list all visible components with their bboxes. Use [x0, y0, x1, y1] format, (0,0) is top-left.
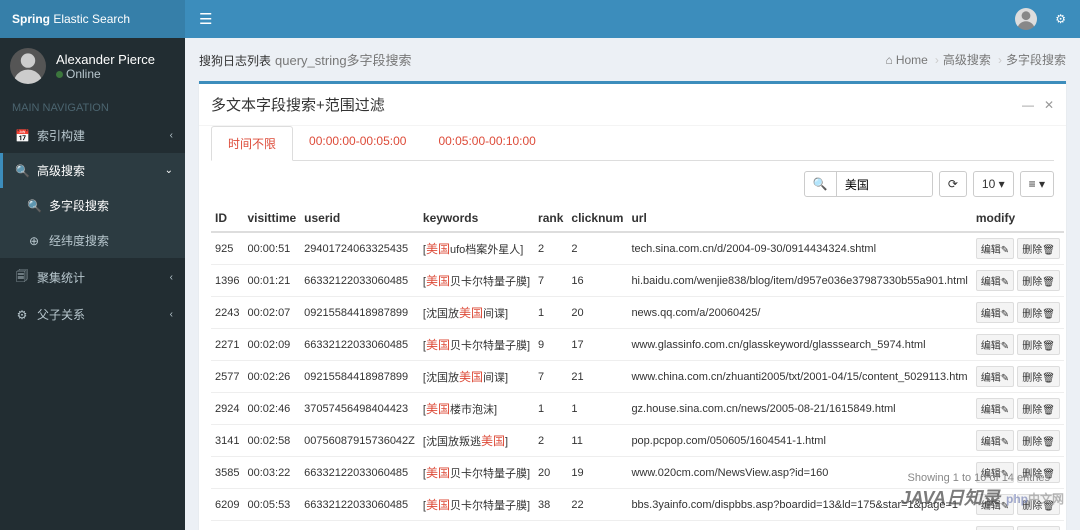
column-header[interactable]: userid — [300, 205, 419, 232]
collapse-icon[interactable]: — — [1022, 98, 1034, 112]
sidebar-item[interactable]: 📅 索引构建 ‹ — [0, 118, 185, 153]
user-avatar-large — [10, 48, 46, 84]
nav-icon: ⚙ — [15, 308, 29, 322]
nav-label: 索引构建 — [37, 127, 85, 144]
chevron-icon: ‹ — [170, 272, 173, 283]
table-row: 92500:00:5129401724063325435[美国ufo档案外星人]… — [211, 232, 1064, 265]
time-tab[interactable]: 00:00:00-00:05:00 — [293, 126, 422, 160]
delete-button[interactable]: 删除🗑 — [1017, 302, 1060, 323]
home-icon[interactable]: ⌂ — [886, 53, 893, 67]
column-header[interactable]: modify — [972, 205, 1064, 232]
page-info: Showing 1 to 10 of 14 entries — [908, 472, 1050, 484]
delete-button[interactable]: 删除🗑 — [1017, 334, 1060, 355]
sidebar-toggle-icon[interactable]: ☰ — [199, 10, 212, 28]
sidebar: Alexander Pierce Online MAIN NAVIGATION … — [0, 38, 185, 530]
sidebar-item[interactable]: ⊕ 经纬度搜索 — [0, 223, 185, 258]
table-row: 257700:02:2609215584418987899[沈国放美国间谍]72… — [211, 361, 1064, 393]
nav-header: MAIN NAVIGATION — [0, 94, 185, 118]
search-group: 🔍 — [804, 171, 933, 197]
user-panel: Alexander Pierce Online — [0, 38, 185, 94]
delete-button[interactable]: 删除🗑 — [1017, 430, 1060, 451]
search-input[interactable] — [837, 172, 932, 196]
table-row: 139600:01:2166332122033060485[美国贝卡尔特量子膜]… — [211, 265, 1064, 297]
edit-button[interactable]: 编辑✎ — [976, 526, 1014, 530]
sidebar-item[interactable]: 🔍 高级搜索 ⌄ — [0, 153, 185, 188]
delete-button[interactable]: 删除🗑 — [1017, 366, 1060, 387]
time-tabs: 时间不限00:00:00-00:05:0000:05:00-00:10:00 — [211, 126, 1054, 161]
view-mode-button[interactable]: ≡ ▾ — [1020, 171, 1054, 197]
table-row: 227100:02:0966332122033060485[美国贝卡尔特量子膜]… — [211, 329, 1064, 361]
time-tab[interactable]: 00:05:00-00:10:00 — [422, 126, 551, 160]
edit-button[interactable]: 编辑✎ — [976, 334, 1014, 355]
close-icon[interactable]: ✕ — [1044, 98, 1054, 112]
nav-label: 聚集统计 — [37, 269, 85, 286]
delete-button[interactable]: 删除🗑 — [1017, 270, 1060, 291]
edit-button[interactable]: 编辑✎ — [976, 430, 1014, 451]
nav-icon: 🔍 — [15, 164, 29, 178]
sidebar-item[interactable]: 🗐 聚集统计 ‹ — [0, 258, 185, 297]
table-row: 224300:02:0709215584418987899[沈国放美国间谍]12… — [211, 297, 1064, 329]
chevron-icon: ‹ — [170, 309, 173, 320]
column-header[interactable]: visittime — [243, 205, 300, 232]
box-title: 多文本字段搜索+范围过滤 — [211, 94, 385, 115]
column-header[interactable]: rank — [534, 205, 567, 232]
nav-label: 高级搜索 — [37, 162, 85, 179]
breadcrumb: ⌂ Home ›高级搜索 ›多字段搜索 — [886, 51, 1066, 68]
page-size-select[interactable]: 10 ▾ — [973, 171, 1014, 197]
user-name: Alexander Pierce — [56, 52, 155, 67]
column-header[interactable]: ID — [211, 205, 243, 232]
edit-button[interactable]: 编辑✎ — [976, 366, 1014, 387]
delete-button[interactable]: 删除🗑 — [1017, 238, 1060, 259]
nav-label: 经纬度搜索 — [49, 232, 109, 249]
settings-icon[interactable]: ⚙ — [1055, 12, 1066, 26]
user-avatar-icon[interactable] — [1015, 8, 1037, 30]
nav-icon: ⊕ — [27, 234, 41, 248]
nav-icon: 🔍 — [27, 199, 41, 213]
nav-icon: 📅 — [15, 129, 29, 143]
time-tab[interactable]: 时间不限 — [211, 126, 293, 161]
sidebar-item[interactable]: 🔍 多字段搜索 — [0, 188, 185, 223]
page-title: 搜狗日志列表query_string多字段搜索 — [199, 48, 412, 71]
delete-button[interactable]: 删除🗑 — [1017, 526, 1060, 530]
edit-button[interactable]: 编辑✎ — [976, 270, 1014, 291]
watermark: JAVA日知录 php中文网 — [901, 484, 1064, 510]
result-box: 多文本字段搜索+范围过滤 — ✕ 时间不限00:00:00-00:05:0000… — [199, 81, 1066, 530]
search-icon: 🔍 — [805, 172, 837, 196]
table-row: 755200:07:1288368928774114896[美国总统布什之死]1… — [211, 521, 1064, 530]
edit-button[interactable]: 编辑✎ — [976, 238, 1014, 259]
column-header[interactable]: url — [627, 205, 971, 232]
table-row: 314100:02:5800756087915736042Z[沈国放叛逃美国]2… — [211, 425, 1064, 457]
app-logo[interactable]: Spring Elastic Search — [0, 0, 185, 38]
column-header[interactable]: clicknum — [567, 205, 627, 232]
nav-label: 多字段搜索 — [49, 197, 109, 214]
edit-button[interactable]: 编辑✎ — [976, 302, 1014, 323]
edit-button[interactable]: 编辑✎ — [976, 398, 1014, 419]
nav-icon: 🗐 — [15, 267, 29, 288]
user-status: Online — [56, 67, 155, 81]
chevron-icon: ⌄ — [165, 165, 173, 176]
chevron-icon: ‹ — [170, 130, 173, 141]
column-header[interactable]: keywords — [419, 205, 534, 232]
delete-button[interactable]: 删除🗑 — [1017, 398, 1060, 419]
sidebar-item[interactable]: ⚙ 父子关系 ‹ — [0, 297, 185, 332]
table-row: 292400:02:4637057456498404423[美国楼市泡沫]11g… — [211, 393, 1064, 425]
refresh-button[interactable]: ⟳ — [939, 171, 967, 197]
nav-label: 父子关系 — [37, 306, 85, 323]
